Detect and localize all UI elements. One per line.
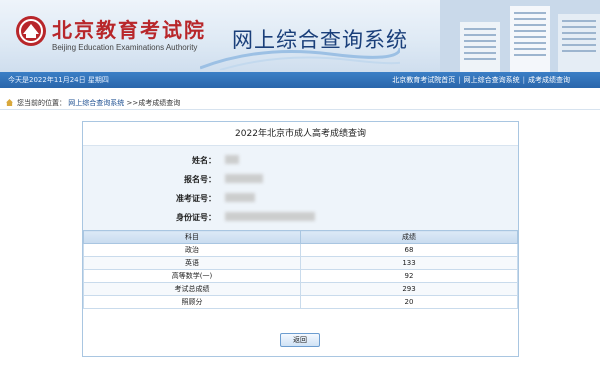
breadcrumb-prefix: 您当前的位置： xyxy=(17,99,66,107)
table-row: 高等数学(一) 92 xyxy=(83,269,518,283)
score-result-panel: 2022年北京市成人高考成绩查询 姓名： 报名号： 准考证号： 身份证号： 科目… xyxy=(82,121,519,357)
top-nav-bar: 今天是2022年11月24日 星期四 北京教育考试院首页 | 网上综合查询系统 | 成考… xyxy=(0,72,600,88)
label-name: 姓名： xyxy=(192,156,216,165)
link-query-system[interactable]: 网上综合查询系统 xyxy=(464,76,520,84)
label-registration-no: 报名号： xyxy=(184,175,216,184)
score-cell: 133 xyxy=(300,256,518,270)
redacted-name xyxy=(225,155,239,164)
top-links: 北京教育考试院首页 | 网上综合查询系统 | 成考成绩查询 xyxy=(392,75,570,85)
result-title: 2022年北京市成人高考成绩查询 xyxy=(83,122,518,146)
subject-cell: 英语 xyxy=(83,256,301,270)
subject-cell: 考试总成绩 xyxy=(83,282,301,296)
org-name-cn: 北京教育考试院 xyxy=(52,18,206,42)
table-row: 考试总成绩 293 xyxy=(83,282,518,296)
breadcrumb: 您当前的位置： 网上综合查询系统 >>成考成绩查询 xyxy=(6,98,180,108)
breadcrumb-home-link[interactable]: 网上综合查询系统 xyxy=(68,99,124,107)
link-separator: | xyxy=(522,76,525,84)
table-row: 照顾分 20 xyxy=(83,295,518,309)
link-separator: | xyxy=(458,76,461,84)
system-title: 网上综合查询系统 xyxy=(232,28,408,52)
back-button[interactable]: 返回 xyxy=(280,333,320,347)
subject-cell: 政治 xyxy=(83,243,301,257)
info-row-registration: 报名号： xyxy=(83,171,518,187)
today-date: 今天是2022年11月24日 星期四 xyxy=(8,76,109,84)
divider xyxy=(0,109,600,110)
score-cell: 293 xyxy=(300,282,518,296)
org-name-en: Beijing Education Examinations Authority xyxy=(52,43,198,52)
redacted-id-no xyxy=(225,212,315,221)
subject-cell: 高等数学(一) xyxy=(83,269,301,283)
score-cell: 20 xyxy=(300,295,518,309)
candidate-info: 姓名： 报名号： 准考证号： 身份证号： xyxy=(83,146,518,230)
table-row: 英语 133 xyxy=(83,256,518,270)
column-header-score: 成绩 xyxy=(300,230,518,244)
buildings-illustration xyxy=(440,0,600,72)
header-banner: 北京教育考试院 Beijing Education Examinations A… xyxy=(0,0,600,72)
link-exam-authority-home[interactable]: 北京教育考试院首页 xyxy=(392,76,455,84)
scores-table: 科目 成绩 政治 68 英语 133 高等数学(一) 92 考试总成绩 293 xyxy=(83,230,518,309)
score-cell: 68 xyxy=(300,243,518,257)
table-row: 政治 68 xyxy=(83,243,518,257)
info-row-admission: 准考证号： xyxy=(83,190,518,206)
score-cell: 92 xyxy=(300,269,518,283)
subject-cell: 照顾分 xyxy=(83,295,301,309)
home-icon xyxy=(6,99,13,106)
label-admission-no: 准考证号： xyxy=(176,194,216,203)
label-id-no: 身份证号： xyxy=(176,213,216,222)
redacted-registration-no xyxy=(225,174,263,183)
link-score-query[interactable]: 成考成绩查询 xyxy=(528,76,570,84)
info-row-id: 身份证号： xyxy=(83,209,518,225)
beijing-exam-logo-icon xyxy=(16,16,46,46)
column-header-subject: 科目 xyxy=(83,230,301,244)
redacted-admission-no xyxy=(225,193,255,202)
info-row-name: 姓名： xyxy=(83,152,518,168)
breadcrumb-current: >>成考成绩查询 xyxy=(126,99,181,107)
table-header-row: 科目 成绩 xyxy=(83,230,518,244)
